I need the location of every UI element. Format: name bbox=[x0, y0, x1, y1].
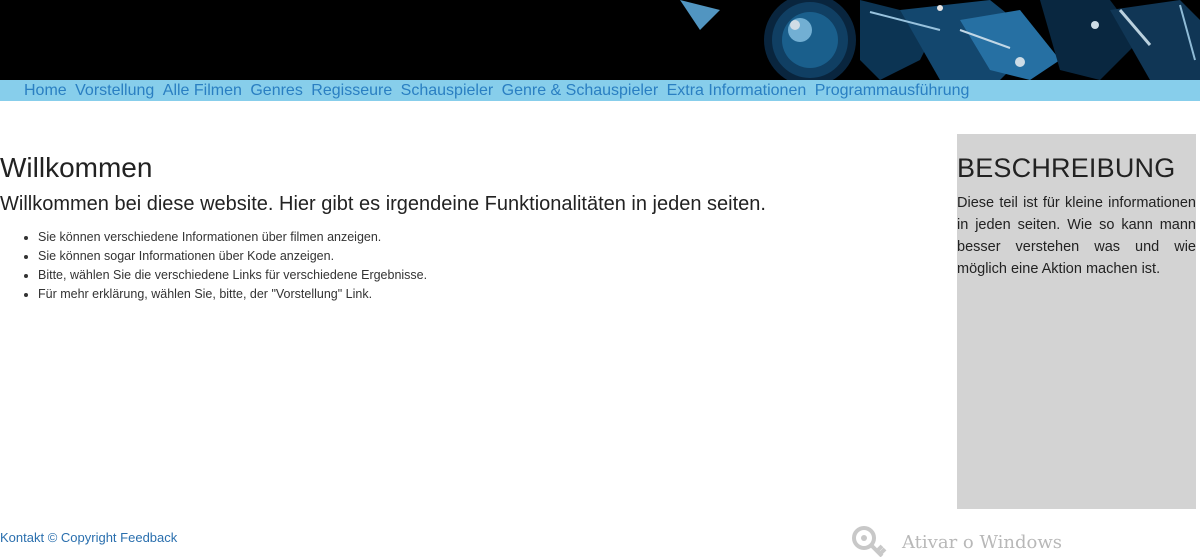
main-content: Willkommen Willkommen bei diese website.… bbox=[0, 150, 900, 304]
nav-link-alle-filmen[interactable]: Alle Filmen bbox=[163, 80, 242, 101]
nav-link-vorstellung[interactable]: Vorstellung bbox=[75, 80, 154, 101]
description-sidebar: BESCHREIBUNG Diese teil ist für kleine i… bbox=[957, 134, 1196, 509]
nav-link-programmausfuehrung[interactable]: Programmausführung bbox=[815, 80, 970, 101]
footer-link-kontakt[interactable]: Kontakt bbox=[0, 530, 44, 545]
watermark-text: Ativar o Windows bbox=[902, 532, 1062, 553]
nav-link-regisseure[interactable]: Regisseure bbox=[311, 80, 392, 101]
feature-list: Sie können verschiedene Informationen üb… bbox=[0, 228, 900, 304]
nav-link-extra-informationen[interactable]: Extra Informationen bbox=[667, 80, 807, 101]
nav-link-schauspieler[interactable]: Schauspieler bbox=[401, 80, 494, 101]
footer-link-copyright[interactable]: © Copyright bbox=[48, 530, 117, 545]
list-item: Sie können verschiedene Informationen üb… bbox=[38, 228, 900, 247]
list-item: Für mehr erklärung, wählen Sie, bitte, d… bbox=[38, 285, 900, 304]
sidebar-title: BESCHREIBUNG bbox=[957, 153, 1176, 183]
motorcycle-banner-image bbox=[0, 0, 1200, 80]
main-navigation: Home Vorstellung Alle Filmen Genres Regi… bbox=[0, 80, 1200, 101]
key-icon bbox=[852, 526, 887, 557]
list-item: Sie können sogar Informationen über Kode… bbox=[38, 247, 900, 266]
windows-activation-watermark: Ativar o Windows bbox=[852, 526, 1092, 557]
nav-link-home[interactable]: Home bbox=[24, 80, 67, 101]
sidebar-text: Diese teil ist für kleine informationen … bbox=[957, 195, 1196, 277]
page-subtitle: Willkommen bei diese website. Hier gibt … bbox=[0, 193, 766, 215]
nav-link-genre-schauspieler[interactable]: Genre & Schauspieler bbox=[502, 80, 659, 101]
footer: Kontakt © Copyright Feedback bbox=[0, 529, 177, 546]
list-item: Bitte, wählen Sie die verschiedene Links… bbox=[38, 266, 900, 285]
footer-link-feedback[interactable]: Feedback bbox=[120, 530, 177, 545]
page-title: Willkommen bbox=[0, 152, 153, 183]
nav-link-genres[interactable]: Genres bbox=[250, 80, 302, 101]
header-banner bbox=[0, 0, 1200, 80]
